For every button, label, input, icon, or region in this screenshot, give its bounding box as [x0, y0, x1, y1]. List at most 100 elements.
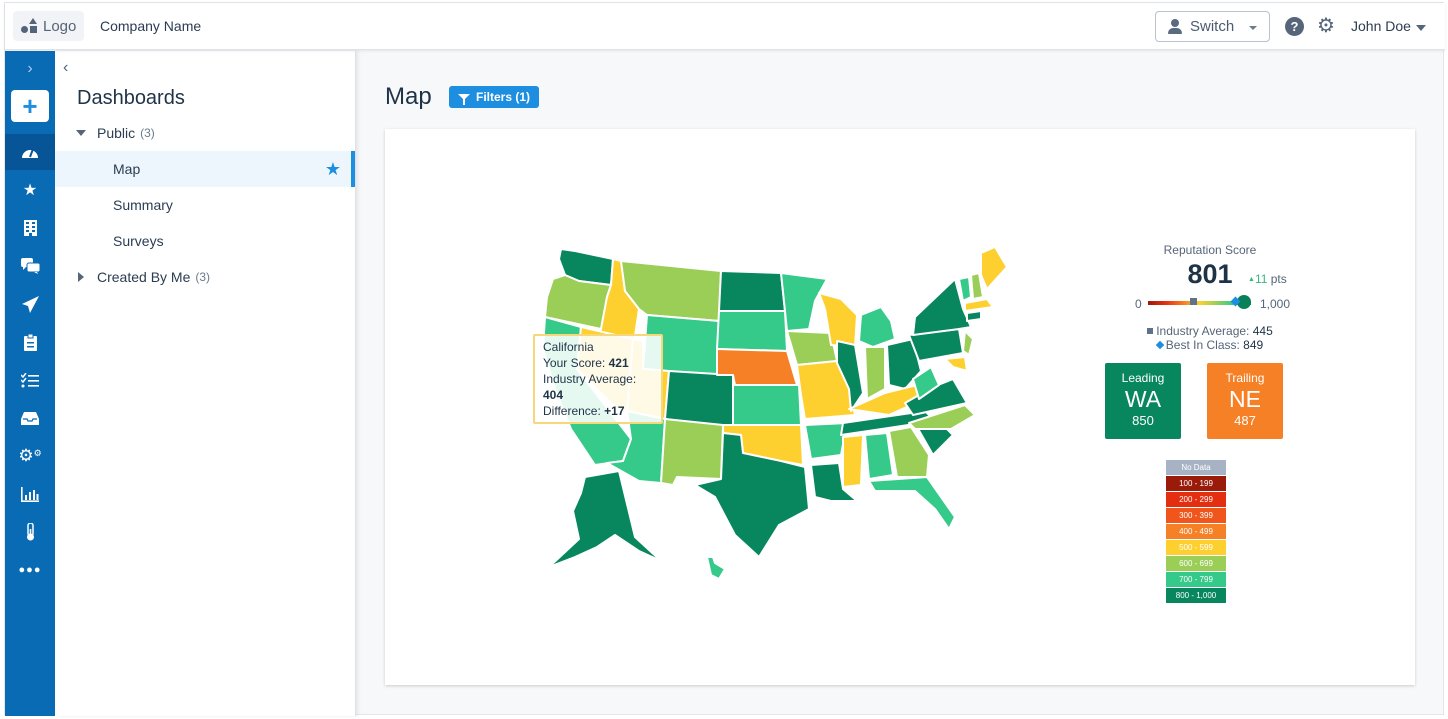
question-circle-icon[interactable]: ? [1285, 17, 1304, 36]
gear-icon[interactable]: ⚙ [1317, 16, 1335, 36]
nav-sentiment[interactable] [5, 514, 55, 550]
collapse-panel-icon[interactable]: ‹ [63, 59, 68, 77]
state-fl[interactable] [868, 476, 956, 530]
state-nj[interactable] [962, 330, 974, 356]
add-button[interactable]: + [11, 90, 49, 122]
filter-icon [458, 94, 470, 105]
star-icon: ★ [22, 182, 38, 199]
state-nm[interactable] [660, 418, 724, 486]
panel-title: Dashboards [77, 87, 185, 109]
score-gauge [1148, 295, 1251, 309]
user-icon [1168, 19, 1182, 34]
nav-surveys[interactable] [5, 324, 55, 360]
us-choropleth-map [542, 246, 1008, 580]
nav-favorites[interactable]: ★ [5, 172, 55, 208]
tree-group-created-by-me[interactable]: Created By Me (3) [55, 259, 355, 295]
map-card: California Your Score: 421 Industry Aver… [385, 129, 1415, 685]
state-in[interactable] [864, 346, 886, 400]
state-mi[interactable] [858, 306, 896, 348]
item-label: Surveys [113, 233, 164, 249]
gauge-max: 1,000 [1260, 297, 1291, 311]
logo-shapes-icon [21, 18, 37, 34]
state-sd[interactable] [716, 310, 788, 352]
score-label: Reputation Score [1163, 243, 1257, 257]
state-ct[interactable] [966, 310, 982, 322]
item-label: Summary [113, 197, 173, 213]
item-label: Map [113, 161, 141, 177]
trailing-label: Trailing [1225, 371, 1265, 385]
plus-icon: + [22, 91, 38, 121]
tree-group-public[interactable]: Public (3) [55, 115, 355, 151]
building-icon [23, 220, 37, 236]
tree-item-map[interactable]: Map ★ [55, 151, 355, 187]
top-bar: Logo Company Name Switch ? ⚙ John Doe [5, 3, 1445, 50]
nav-locations[interactable] [5, 210, 55, 246]
best-in-class-line: Best In Class: 849 [1125, 338, 1295, 352]
dashboard-gauge-icon [22, 148, 38, 158]
star-icon[interactable]: ★ [325, 159, 341, 180]
nav-inbox[interactable] [5, 400, 55, 436]
caret-down-icon [76, 130, 86, 136]
trailing-state-box: Trailing NE 487 [1207, 363, 1283, 439]
switch-button[interactable]: Switch [1155, 11, 1270, 42]
legend-item: 700 - 799 [1166, 572, 1226, 587]
tree-item-surveys[interactable]: Surveys [55, 223, 355, 259]
group-label: Created By Me [97, 269, 191, 285]
gauge-min: 0 [1135, 297, 1142, 311]
tooltip-score-row: Your Score: 421 [543, 356, 629, 370]
more-icon: ●●● [18, 564, 42, 576]
trailing-value: 487 [1234, 413, 1256, 428]
state-ms[interactable] [842, 434, 864, 488]
cogs-icon: ⚙⚙ [18, 446, 42, 465]
user-menu[interactable]: John Doe [1351, 18, 1411, 34]
nav-reviews[interactable] [5, 248, 55, 284]
dashboards-panel: ‹ Dashboards Public (3) Map ★ Summary Su… [55, 51, 356, 716]
state-ak[interactable] [548, 470, 662, 568]
tooltip-industry-row: Industry Average: 404 [543, 372, 637, 402]
state-nd[interactable] [718, 270, 786, 312]
leading-state: WA [1124, 386, 1162, 412]
switch-label: Switch [1190, 18, 1235, 35]
nav-more[interactable]: ●●● [5, 552, 55, 588]
logo-label: Logo [43, 17, 77, 35]
filters-button[interactable]: Filters (1) [449, 86, 540, 108]
tooltip-state: California [543, 340, 594, 354]
state-mn[interactable] [780, 272, 828, 332]
bar-chart-icon [21, 486, 39, 502]
state-al[interactable] [864, 432, 894, 480]
state-ks[interactable] [732, 384, 802, 426]
state-ma[interactable] [964, 298, 994, 312]
expand-nav-button[interactable]: › [5, 51, 55, 87]
chevron-right-icon: › [27, 60, 33, 77]
legend-item: 200 - 299 [1166, 492, 1226, 507]
nav-dashboards[interactable] [5, 134, 55, 170]
legend-item: 600 - 699 [1166, 556, 1226, 571]
group-count: (3) [140, 126, 155, 140]
nav-tasks[interactable] [5, 362, 55, 398]
leading-value: 850 [1132, 413, 1154, 428]
nav-reports[interactable] [5, 476, 55, 512]
state-ar[interactable] [804, 422, 848, 460]
tooltip-diff: +17 [604, 404, 625, 418]
tooltip-industry: 404 [543, 388, 564, 402]
legend-item: No Data [1166, 460, 1226, 475]
state-co[interactable] [664, 370, 734, 428]
logo[interactable]: Logo [13, 11, 84, 41]
diamond-marker-icon [1155, 340, 1165, 350]
tooltip-score: 421 [608, 356, 629, 370]
state-me[interactable] [980, 246, 1008, 290]
nav-campaigns[interactable] [5, 286, 55, 322]
page-title: Map [385, 83, 432, 110]
nav-settings[interactable]: ⚙⚙ [5, 438, 55, 474]
score-delta: ▲11 pts [1248, 272, 1287, 286]
leading-label: Leading [1121, 371, 1165, 385]
paper-plane-icon [21, 295, 39, 313]
state-md[interactable] [944, 356, 968, 372]
inbox-icon [21, 411, 39, 425]
tooltip-diff-row: Difference: +17 [543, 404, 625, 418]
tree-item-summary[interactable]: Summary [55, 187, 355, 223]
caret-down-icon[interactable] [1416, 25, 1426, 31]
app-window: Logo Company Name Switch ? ⚙ John Doe › … [4, 2, 1445, 716]
clipboard-icon [23, 333, 37, 351]
state-hi[interactable] [706, 556, 726, 580]
